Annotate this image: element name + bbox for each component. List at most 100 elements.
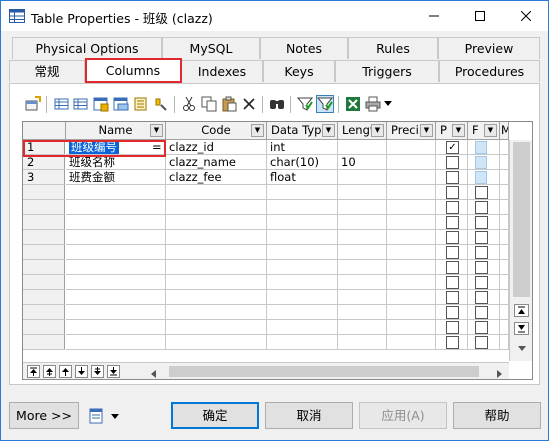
primary-key-checkbox[interactable] [446,201,459,214]
cell-name[interactable] [66,215,166,230]
cell-length[interactable]: 10 [338,155,387,170]
cell-name[interactable] [66,305,166,320]
row-header[interactable] [23,245,65,260]
cell-precision[interactable] [387,305,436,320]
wizard-button[interactable] [152,95,170,113]
cell-f[interactable] [468,275,500,290]
chevron-down-icon[interactable]: ▼ [150,124,163,137]
cell-m[interactable] [500,320,509,335]
tab-triggers[interactable]: Triggers [335,60,439,82]
cell-code[interactable] [166,335,267,350]
primary-key-checkbox[interactable] [446,246,459,259]
cell-type[interactable]: float [267,170,338,185]
apply-button[interactable]: 应用(A) [359,402,447,429]
cell-name[interactable] [66,200,166,215]
vertical-scrollbar[interactable] [509,140,532,361]
cell-type[interactable] [267,305,338,320]
tab-indexes[interactable]: Indexes [181,60,263,82]
cell-precision[interactable] [387,215,436,230]
cell-name[interactable] [66,185,166,200]
primary-key-checkbox[interactable] [446,261,459,274]
paste-button[interactable] [220,95,238,113]
primary-key-checkbox[interactable] [446,231,459,244]
cell-name[interactable] [66,290,166,305]
cell-precision[interactable] [387,230,436,245]
cell-type[interactable] [267,290,338,305]
move-top-button[interactable] [27,365,40,378]
foreign-key-checkbox[interactable] [475,276,488,289]
row-header[interactable] [23,320,65,335]
tab-keys[interactable]: Keys [263,60,335,82]
cell-f[interactable] [468,185,500,200]
tab-notes[interactable]: Notes [260,37,348,59]
scroll-top-button[interactable] [514,304,529,317]
tab-preview[interactable]: Preview [438,37,540,59]
col-header-primary[interactable]: P ▼ [436,122,468,140]
cell-m[interactable] [500,275,509,290]
cell-f[interactable] [468,245,500,260]
cell-p[interactable] [436,290,468,305]
copy-button[interactable] [200,95,218,113]
tab-rules[interactable]: Rules [348,37,438,59]
cell-precision[interactable] [387,170,436,185]
cell-p[interactable] [436,200,468,215]
primary-key-checkbox[interactable] [446,291,459,304]
primary-key-checkbox[interactable] [446,306,459,319]
move-down-button[interactable] [75,365,88,378]
cell-m[interactable] [500,230,509,245]
cell-p[interactable] [436,260,468,275]
chevron-down-icon[interactable]: ▼ [322,124,335,137]
delete-button[interactable] [240,95,258,113]
cell-length[interactable] [338,260,387,275]
cell-precision[interactable] [387,140,436,155]
cell-precision[interactable] [387,155,436,170]
cell-name[interactable] [66,230,166,245]
cell-length[interactable] [338,335,387,350]
cell-name[interactable] [66,320,166,335]
cell-precision[interactable] [387,200,436,215]
filter-active-button[interactable] [316,95,334,113]
scroll-thumb[interactable] [513,142,530,297]
help-button[interactable]: 帮助 [453,402,541,429]
move-up-button[interactable] [59,365,72,378]
cell-length[interactable] [338,200,387,215]
cell-p[interactable] [436,170,468,185]
primary-key-checkbox[interactable]: ✓ [446,141,459,154]
cell-m[interactable] [500,290,509,305]
horizontal-scrollbar[interactable] [167,362,509,379]
row-header[interactable]: 1 [23,140,65,155]
cell-f[interactable] [468,320,500,335]
row-header[interactable] [23,185,65,200]
cell-precision[interactable] [387,275,436,290]
minimize-button[interactable] [411,1,457,31]
col-header-datatype[interactable]: Data Typ ▼ [267,122,338,140]
row-header[interactable] [23,305,65,320]
cell-code[interactable] [166,260,267,275]
primary-key-checkbox[interactable] [446,216,459,229]
primary-key-checkbox[interactable] [446,156,459,169]
cell-length[interactable] [338,185,387,200]
cell-type[interactable] [267,320,338,335]
scroll-down-arrow[interactable] [518,341,526,355]
primary-key-checkbox[interactable] [446,276,459,289]
cell-name[interactable]: 班级名称 [66,155,166,170]
cell-f[interactable] [468,260,500,275]
cell-code[interactable]: clazz_fee [166,170,267,185]
foreign-key-checkbox[interactable] [475,231,488,244]
cell-type[interactable] [267,275,338,290]
tab-procedures[interactable]: Procedures [439,60,540,82]
cell-precision[interactable] [387,260,436,275]
primary-key-checkbox[interactable] [446,321,459,334]
cell-m[interactable] [500,260,509,275]
add-attributes-button[interactable] [132,95,150,113]
cell-m[interactable] [500,305,509,320]
scroll-left-arrow[interactable] [151,367,157,379]
foreign-key-checkbox[interactable] [475,216,488,229]
cell-type[interactable] [267,260,338,275]
filter-button[interactable] [296,95,314,113]
cell-length[interactable] [338,170,387,185]
cell-p[interactable] [436,305,468,320]
cell-m[interactable] [500,200,509,215]
chevron-down-icon[interactable]: ▼ [484,124,497,137]
cell-name[interactable]: 班费金额 [66,170,166,185]
